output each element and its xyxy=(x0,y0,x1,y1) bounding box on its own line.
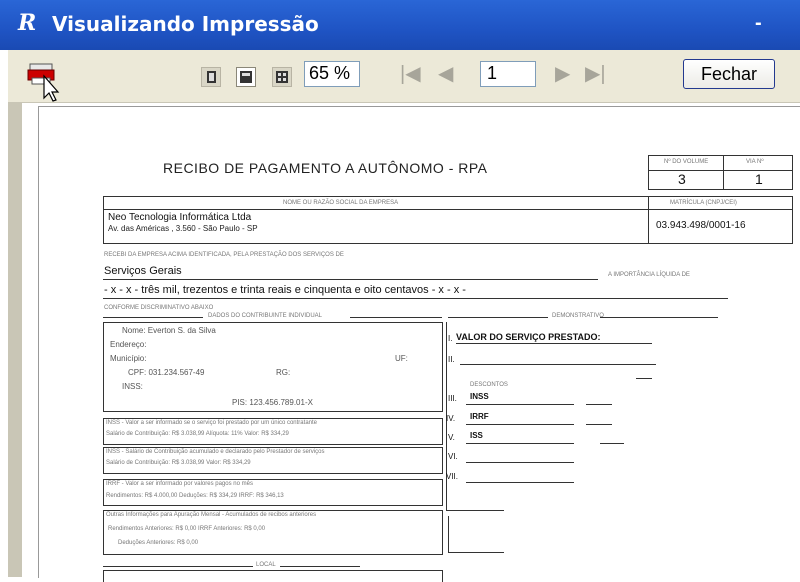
contributor-name: Nome: Everton S. da Silva xyxy=(122,326,216,335)
address-label: Endereço: xyxy=(110,340,147,349)
next-page-button[interactable]: ▶ xyxy=(555,62,570,86)
roman-i: I. xyxy=(448,334,453,343)
window-title: Visualizando Impressão xyxy=(52,12,319,36)
company-name: Neo Tecnologia Informática Ltda xyxy=(108,212,252,223)
city-label: Município: xyxy=(110,354,147,363)
roman-iv: IV. xyxy=(446,414,456,423)
first-page-button[interactable]: |◀ xyxy=(400,62,421,86)
document-title: RECIBO DE PAGAMENTO A AUTÔNOMO - RPA xyxy=(163,160,488,176)
discount-irrf: IRRF xyxy=(470,412,489,421)
discounts-label: DESCONTOS xyxy=(470,382,508,388)
via-label: VIA Nº xyxy=(746,159,764,165)
minimize-button[interactable]: - xyxy=(755,12,762,35)
roman-iii: III. xyxy=(448,394,457,403)
zoom-input[interactable]: 65 % xyxy=(304,61,360,87)
received-label: RECEBI DA EMPRESA ACIMA IDENTIFICADA, PE… xyxy=(104,252,344,258)
inss-label: INSS: xyxy=(122,382,143,391)
cpf-value: CPF: 031.234.567-49 xyxy=(128,368,205,377)
last-page-button[interactable]: ▶| xyxy=(585,62,606,86)
close-button[interactable]: Fechar xyxy=(683,59,775,89)
roman-vii: VII. xyxy=(446,472,459,481)
services-value: Serviços Gerais xyxy=(104,265,182,277)
via-value: 1 xyxy=(755,171,763,187)
local-label: LOCAL xyxy=(256,562,276,568)
company-name-label: NOME OU RAZÃO SOCIAL DA EMPRESA xyxy=(283,200,399,206)
previous-page-button[interactable]: ◀ xyxy=(438,62,453,86)
cnpj-label: MATRÍCULA (CNPJ/CEI) xyxy=(670,200,737,206)
page-number-input[interactable]: 1 xyxy=(480,61,536,87)
rg-label: RG: xyxy=(276,368,291,377)
roman-ii: II. xyxy=(448,355,455,364)
volume-label: Nº DO VOLUME xyxy=(664,159,709,165)
inss-accumulated-note: INSS - Salário de Contribuição acumulado… xyxy=(106,449,325,455)
contributor-data-label: DADOS DO CONTRIBUINTE INDIVIDUAL xyxy=(208,313,323,319)
two-page-view-button[interactable] xyxy=(236,67,256,87)
roman-vi: VI. xyxy=(448,452,458,461)
discount-iss: ISS xyxy=(470,431,483,440)
title-bar[interactable]: R Visualizando Impressão - xyxy=(0,0,800,50)
volume-value: 3 xyxy=(678,171,686,187)
previous-income: Rendimentos Anteriores: R$ 0,00 IRRF Ant… xyxy=(108,526,266,532)
previous-deductions: Deduções Anteriores: R$ 0,00 xyxy=(118,540,199,546)
uf-label: UF: xyxy=(395,354,408,363)
amount-in-words: - x - x - três mil, trezentos e trinta r… xyxy=(104,284,466,296)
one-page-view-button[interactable] xyxy=(201,67,221,87)
toolbar: 65 % |◀ ◀ 1 ▶ ▶| Fechar xyxy=(8,50,800,102)
inss-single-note: INSS - Valor a ser informado se o serviç… xyxy=(106,420,317,426)
discount-inss: INSS xyxy=(470,392,489,401)
local-box xyxy=(103,570,443,582)
roman-v: V. xyxy=(448,433,455,442)
company-address: Av. das Américas , 3.560 - São Paulo - S… xyxy=(108,224,258,233)
multi-page-view-button[interactable] xyxy=(272,67,292,87)
net-amount-label: A IMPORTÂNCIA LÍQUIDA DE xyxy=(608,272,690,278)
app-icon: R xyxy=(18,10,37,36)
demonstrativo-label: DEMONSTRATIVO xyxy=(552,313,604,319)
inss-accumulated-values: Salário de Contribuição: R$ 3.038,99 Val… xyxy=(106,460,251,466)
irrf-note: IRRF - Valor a ser informado por valores… xyxy=(106,481,253,487)
inss-single-values: Salário de Contribuição: R$ 3.038,99 Alí… xyxy=(106,431,289,437)
other-info-note: Outras Informações para Apuração Mensal … xyxy=(106,512,317,518)
conforme-label: CONFORME DISCRIMINATIVO ABAIXO xyxy=(104,305,214,311)
print-icon[interactable] xyxy=(26,58,60,102)
service-value-label: VALOR DO SERVIÇO PRESTADO: xyxy=(456,332,601,342)
irrf-values: Rendimentos: R$ 4.000,00 Deduções: R$ 33… xyxy=(106,493,284,499)
cnpj-value: 03.943.498/0001-16 xyxy=(656,220,746,231)
pis-value: PIS: 123.456.789.01-X xyxy=(232,398,313,407)
